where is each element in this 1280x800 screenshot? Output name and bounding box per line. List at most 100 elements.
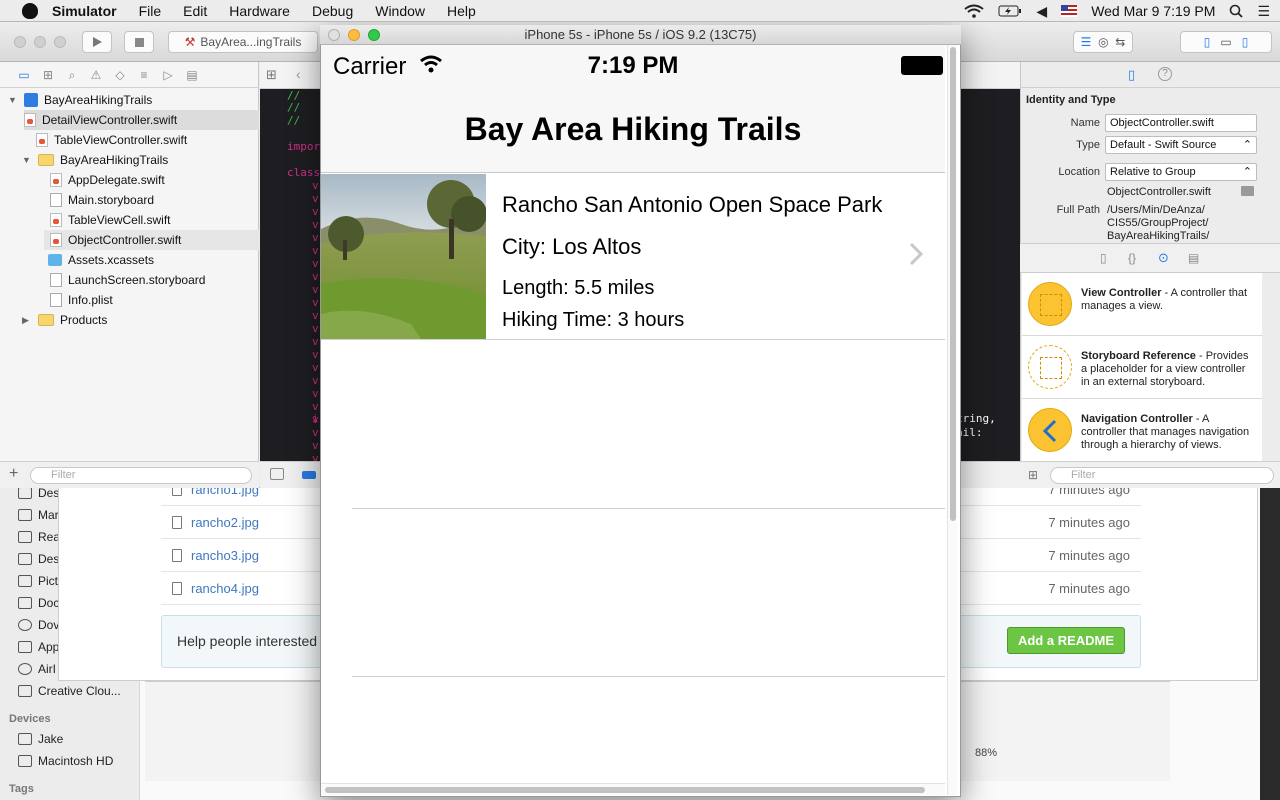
menu-debug[interactable]: Debug [312, 3, 353, 19]
test-icon[interactable]: ◇ [112, 68, 128, 82]
tree-row-folder[interactable]: ▼ BayAreaHikingTrails [22, 150, 168, 170]
minimize-window-button[interactable] [348, 29, 360, 41]
disclosure-open-icon[interactable]: ▼ [8, 95, 18, 105]
wifi-icon[interactable] [964, 4, 985, 18]
tree-row-file[interactable]: Assets.xcassets [48, 250, 154, 270]
library-item-navigation-controller[interactable]: Navigation Controller - A controller tha… [1022, 399, 1262, 462]
code-comment: // [287, 101, 301, 114]
symbol-navigator-icon[interactable]: ⊞ [40, 68, 56, 82]
tree-row-folder[interactable]: ▶ Products [22, 310, 107, 330]
code-text: tring, [956, 412, 996, 425]
finder-sidebar-item[interactable]: Rea [18, 530, 60, 544]
finder-sidebar-item[interactable]: Mar [18, 508, 59, 522]
horizontal-scrollbar[interactable] [321, 783, 945, 795]
search-icon[interactable] [1229, 4, 1244, 18]
volume-icon[interactable]: ◀ [1036, 3, 1047, 20]
disclosure-closed-icon[interactable]: ▶ [22, 315, 32, 326]
file-inspector-icon[interactable]: ▯ [1128, 67, 1135, 83]
tree-row-file[interactable]: ObjectController.swift [44, 230, 259, 250]
version-editor-icon: ⇆ [1115, 35, 1126, 49]
scrollbar-thumb[interactable] [325, 787, 925, 793]
disclosure-open-icon[interactable]: ▼ [22, 155, 32, 165]
navigator-filter-input[interactable]: Filter [30, 467, 252, 484]
close-window-button[interactable] [14, 36, 26, 48]
add-icon[interactable]: + [9, 465, 18, 483]
scheme-selector[interactable]: ⚒ BayArea...ingTrails [168, 31, 318, 53]
menu-hardware[interactable]: Hardware [229, 3, 290, 19]
tree-row-file[interactable]: LaunchScreen.storyboard [50, 270, 205, 290]
menu-edit[interactable]: Edit [183, 3, 207, 19]
battery-icon [901, 56, 943, 75]
debug-icon[interactable]: ≡ [136, 68, 152, 82]
folder-icon[interactable]: ▭ [16, 68, 32, 82]
menu-help[interactable]: Help [447, 3, 476, 19]
library-item-storyboard-reference[interactable]: Storyboard Reference - Provides a placeh… [1022, 336, 1262, 399]
back-icon[interactable]: ‹ [296, 66, 301, 82]
debug-toggle-icon: ▭ [1220, 35, 1232, 49]
minimize-window-button[interactable] [34, 36, 46, 48]
close-window-button[interactable] [328, 29, 340, 41]
zoom-window-button[interactable] [54, 36, 66, 48]
notification-center-icon[interactable]: ☰ [1257, 3, 1270, 20]
help-icon[interactable]: ? [1158, 67, 1172, 81]
menubar-clock[interactable]: Wed Mar 9 7:19 PM [1091, 3, 1215, 19]
menu-bar: Simulator File Edit Hardware Debug Windo… [0, 0, 1280, 22]
object-library-icon[interactable]: ⊙ [1158, 250, 1169, 266]
library-item-view-controller[interactable]: View Controller - A controller that mana… [1022, 273, 1262, 336]
finder-device-item[interactable]: Jake [18, 732, 63, 746]
search-icon[interactable]: ⌕ [64, 68, 80, 82]
trail-table-cell[interactable]: Rancho San Antonio Open Space Park City:… [321, 174, 945, 340]
finder-sidebar-item[interactable]: Creative Clou... [18, 684, 121, 698]
code-snippet-icon[interactable]: {} [1128, 251, 1136, 265]
location-select[interactable]: Relative to Group ⌃ [1105, 163, 1257, 181]
finder-sidebar-item[interactable]: Dov [18, 618, 59, 632]
battery-charging-icon[interactable] [998, 5, 1022, 17]
grid-view-icon[interactable]: ⊞ [1028, 468, 1038, 482]
finder-sidebar-item[interactable]: AirI [18, 662, 56, 676]
folder-icon[interactable] [1241, 186, 1254, 196]
finder-sidebar-item[interactable]: Doc [18, 596, 59, 610]
tree-row-file[interactable]: Main.storyboard [50, 190, 154, 210]
finder-sidebar-item[interactable]: App [18, 640, 59, 654]
view-toggle-control[interactable]: ▯ ▭ ▯ [1180, 31, 1272, 53]
report-icon[interactable]: ▤ [184, 68, 200, 82]
app-menu[interactable]: Simulator [52, 3, 117, 19]
canvas-icon[interactable] [270, 468, 284, 480]
tag-icon[interactable] [302, 471, 316, 479]
swift-file-icon [24, 113, 36, 127]
tree-row-project[interactable]: ▼ BayAreaHikingTrails [8, 90, 152, 110]
library-filter-input[interactable]: Filter [1050, 467, 1274, 484]
folder-icon [18, 487, 32, 499]
trail-photo [321, 174, 486, 339]
add-readme-button[interactable]: Add a README [1007, 627, 1125, 654]
tree-row-file[interactable]: AppDelegate.swift [50, 170, 165, 190]
finder-sidebar-item[interactable]: Des [18, 486, 59, 500]
menu-window[interactable]: Window [375, 3, 425, 19]
zoom-window-button[interactable] [368, 29, 380, 41]
tree-row-file[interactable]: DetailViewController.swift [24, 110, 259, 130]
stop-button[interactable] [124, 31, 154, 53]
tree-row-file[interactable]: TableViewCell.swift [50, 210, 171, 230]
warning-icon[interactable]: ⚠ [88, 68, 104, 82]
editor-mode-control[interactable]: ☰ ◎ ⇆ [1073, 31, 1133, 53]
scrollbar-thumb[interactable] [950, 47, 956, 521]
file-template-icon[interactable]: ▯ [1100, 251, 1107, 265]
breakpoint-icon[interactable]: ▷ [160, 68, 176, 82]
us-flag-icon[interactable] [1061, 5, 1078, 17]
vertical-scrollbar[interactable] [947, 45, 957, 795]
finder-sidebar-item[interactable]: Des [18, 552, 59, 566]
run-button[interactable] [82, 31, 112, 53]
tree-row-file[interactable]: TableViewController.swift [36, 130, 187, 150]
assistant-editor-icon: ◎ [1098, 35, 1109, 49]
apple-menu-icon[interactable] [22, 2, 38, 19]
type-select[interactable]: Default - Swift Source ⌃ [1105, 136, 1257, 154]
finder-sidebar-item[interactable]: Pict [18, 574, 58, 588]
finder-device-item[interactable]: Macintosh HD [18, 754, 113, 768]
media-library-icon[interactable]: ▤ [1188, 251, 1199, 265]
devices-header: Devices [9, 713, 51, 725]
menu-file[interactable]: File [139, 3, 162, 19]
name-field[interactable]: ObjectController.swift [1105, 114, 1257, 132]
related-items-icon[interactable]: ⊞ [266, 67, 277, 83]
tree-row-file[interactable]: Info.plist [50, 290, 113, 310]
navigator-tabs: ▭ ⊞ ⌕ ⚠ ◇ ≡ ▷ ▤ [0, 62, 259, 88]
